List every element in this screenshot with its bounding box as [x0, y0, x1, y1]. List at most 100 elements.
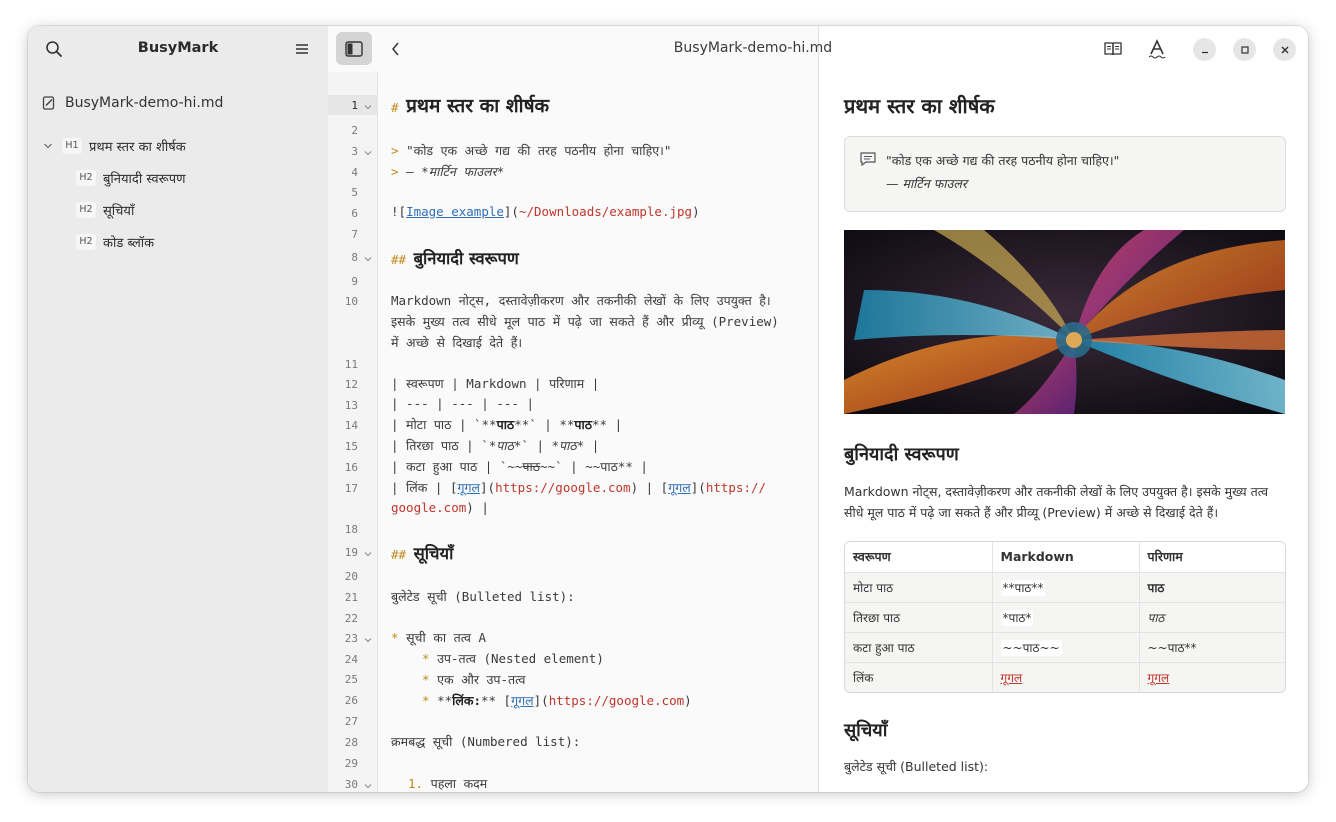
- line-number: 3: [351, 145, 358, 158]
- code-link-text[interactable]: Image example: [406, 204, 504, 219]
- code-italic-text: मार्टिन फाउलर: [428, 164, 497, 179]
- toggle-sidebar-button[interactable]: [336, 32, 372, 65]
- table-cell: पाठ: [1139, 602, 1285, 633]
- code-text: ) | [: [630, 480, 669, 495]
- line-number: 24: [344, 653, 358, 666]
- app-title: BusyMark: [137, 40, 219, 56]
- table-cell: ~~पाठ**: [1139, 632, 1285, 663]
- code-text: "कोड एक अच्छे गद्य की तरह पठनीय होना चाह…: [406, 143, 672, 158]
- preview-paragraph: Markdown नोट्स, दस्तावेज़ीकरण और तकनीकी …: [844, 484, 1269, 520]
- markdown-editor[interactable]: 1 2 3 4 5 6 7 8 9 10 11 12 13 14 15 16 1…: [328, 26, 818, 792]
- line-number: 7: [351, 228, 358, 241]
- markdown-preview: प्रथम स्तर का शीर्षक "कोड एक अच्छे गद्य …: [818, 26, 1308, 792]
- maximize-button[interactable]: [1233, 38, 1256, 61]
- quote-text: "कोड एक अच्छे गद्य की तरह पठनीय होना चाह…: [886, 153, 1120, 168]
- outline-item-h2[interactable]: H2 सूचियाँ: [28, 194, 328, 226]
- code-text: ](: [503, 204, 519, 219]
- preview-image: [844, 230, 1285, 414]
- line-number: 11: [344, 358, 358, 371]
- preview-link[interactable]: गूगल: [1001, 671, 1023, 685]
- code-text: **: [437, 693, 453, 708]
- sidebar: BusyMark BusyMark-demo-hi.md H1 प्रथम स्…: [28, 26, 328, 792]
- code-line: # प्रथम स्तर का शीर्षक: [391, 92, 549, 118]
- code-line: 1. पहला कदम: [408, 775, 487, 792]
- code-text: ](: [480, 480, 496, 495]
- outline-item-label: कोड ब्लॉक: [103, 236, 155, 251]
- code-line: बुलेटेड सूची (Bulleted list):: [391, 589, 575, 604]
- code-line: > "कोड एक अच्छे गद्य की तरह पठनीय होना च…: [391, 142, 671, 159]
- code-url: ~/Downloads/example.jpg: [518, 204, 693, 219]
- chevron-left-icon[interactable]: [386, 39, 406, 59]
- inline-code: **पाठ**: [1000, 579, 1046, 596]
- outline-item-h2[interactable]: H2 बुनियादी स्वरूपण: [28, 162, 328, 194]
- preview-heading-2: सूचियाँ: [844, 720, 888, 741]
- heading-marker: #: [391, 100, 399, 115]
- book-reader-icon[interactable]: [1103, 39, 1123, 59]
- heading-level-badge: H2: [76, 234, 96, 250]
- outline-item-label: सूचियाँ: [103, 204, 135, 219]
- fold-chevron-icon[interactable]: [364, 782, 372, 790]
- list-marker: *: [422, 693, 430, 708]
- line-number: 10: [344, 295, 358, 308]
- fold-chevron-icon[interactable]: [364, 149, 372, 157]
- line-number: 26: [344, 694, 358, 707]
- table-cell: गूगल: [1139, 662, 1285, 692]
- code-text: *: [496, 164, 505, 179]
- heading-marker: ##: [391, 252, 407, 267]
- table-header: स्वरूपण: [845, 542, 993, 573]
- code-line: > — *मार्टिन फाउलर*: [391, 163, 504, 180]
- preview-link[interactable]: गूगल: [1148, 671, 1170, 685]
- table-header: Markdown: [992, 542, 1140, 573]
- code-bold-text: लिंक:: [452, 693, 481, 708]
- code-link-text[interactable]: गूगल: [668, 480, 691, 495]
- line-number-gutter: 1 2 3 4 5 6 7 8 9 10 11 12 13 14 15 16 1…: [328, 72, 378, 792]
- outline-item-h1[interactable]: H1 प्रथम स्तर का शीर्षक: [28, 130, 328, 162]
- code-line: | कटा हुआ पाठ | `~~पाठ~~` | ~~पाठ** |: [391, 458, 648, 475]
- code-url: https://google.com: [495, 480, 631, 495]
- preview-heading-2: बुनियादी स्वरूपण: [844, 444, 959, 465]
- code-link-text[interactable]: गूगल: [511, 693, 534, 708]
- fold-chevron-icon[interactable]: [364, 550, 372, 558]
- code-bold-text: पाठ: [574, 417, 593, 432]
- close-button[interactable]: [1273, 38, 1296, 61]
- list-marker: 1.: [408, 776, 424, 791]
- fold-chevron-icon[interactable]: [364, 255, 372, 263]
- line-number: 21: [344, 591, 358, 604]
- code-strike-text: पाठ: [522, 459, 541, 474]
- table-row: मोटा पाठ **पाठ** पाठ: [845, 572, 1285, 603]
- font-style-icon[interactable]: [1147, 39, 1167, 59]
- list-marker: *: [391, 630, 399, 645]
- code-text: * |: [576, 438, 600, 453]
- line-number: 5: [351, 186, 358, 199]
- fold-chevron-icon[interactable]: [364, 103, 372, 111]
- code-heading-text: बुनियादी स्वरूपण: [413, 249, 519, 268]
- line-number: 1: [351, 99, 358, 112]
- sidebar-file-item[interactable]: BusyMark-demo-hi.md: [42, 92, 223, 114]
- hamburger-menu-icon[interactable]: [292, 39, 312, 59]
- outline-item-h2[interactable]: H2 कोड ब्लॉक: [28, 226, 328, 258]
- code-text: | लिंक | [: [391, 480, 458, 495]
- code-text: ): [684, 693, 692, 708]
- code-text: ~~` | ~~पाठ** |: [540, 459, 648, 474]
- code-line: क्रमबद्ध सूची (Numbered list):: [391, 734, 581, 749]
- table-cell: लिंक: [845, 662, 993, 692]
- code-text: ) |: [466, 500, 489, 515]
- table-cell: पाठ: [1139, 572, 1285, 603]
- line-number: 18: [344, 523, 358, 536]
- line-number: 6: [351, 207, 358, 220]
- preview-heading-1: प्रथम स्तर का शीर्षक: [844, 94, 995, 118]
- maximize-icon: [1240, 45, 1249, 54]
- chevron-down-icon[interactable]: [43, 141, 53, 151]
- line-number: 16: [344, 461, 358, 474]
- code-text: उप-तत्व (Nested element): [437, 651, 604, 666]
- quote-marker: >: [391, 164, 399, 179]
- inline-code: *पाठ*: [1000, 609, 1034, 626]
- minimize-button[interactable]: [1193, 38, 1216, 61]
- code-line: * **लिंक:** [गूगल](https://google.com): [422, 692, 692, 709]
- code-line: * सूची का तत्व A: [391, 629, 486, 646]
- fold-chevron-icon[interactable]: [364, 636, 372, 644]
- code-link-text[interactable]: गूगल: [457, 480, 480, 495]
- code-italic-text: पाठ: [559, 438, 577, 453]
- table-cell: कटा हुआ पाठ: [845, 632, 993, 663]
- table-header: परिणाम: [1139, 542, 1285, 573]
